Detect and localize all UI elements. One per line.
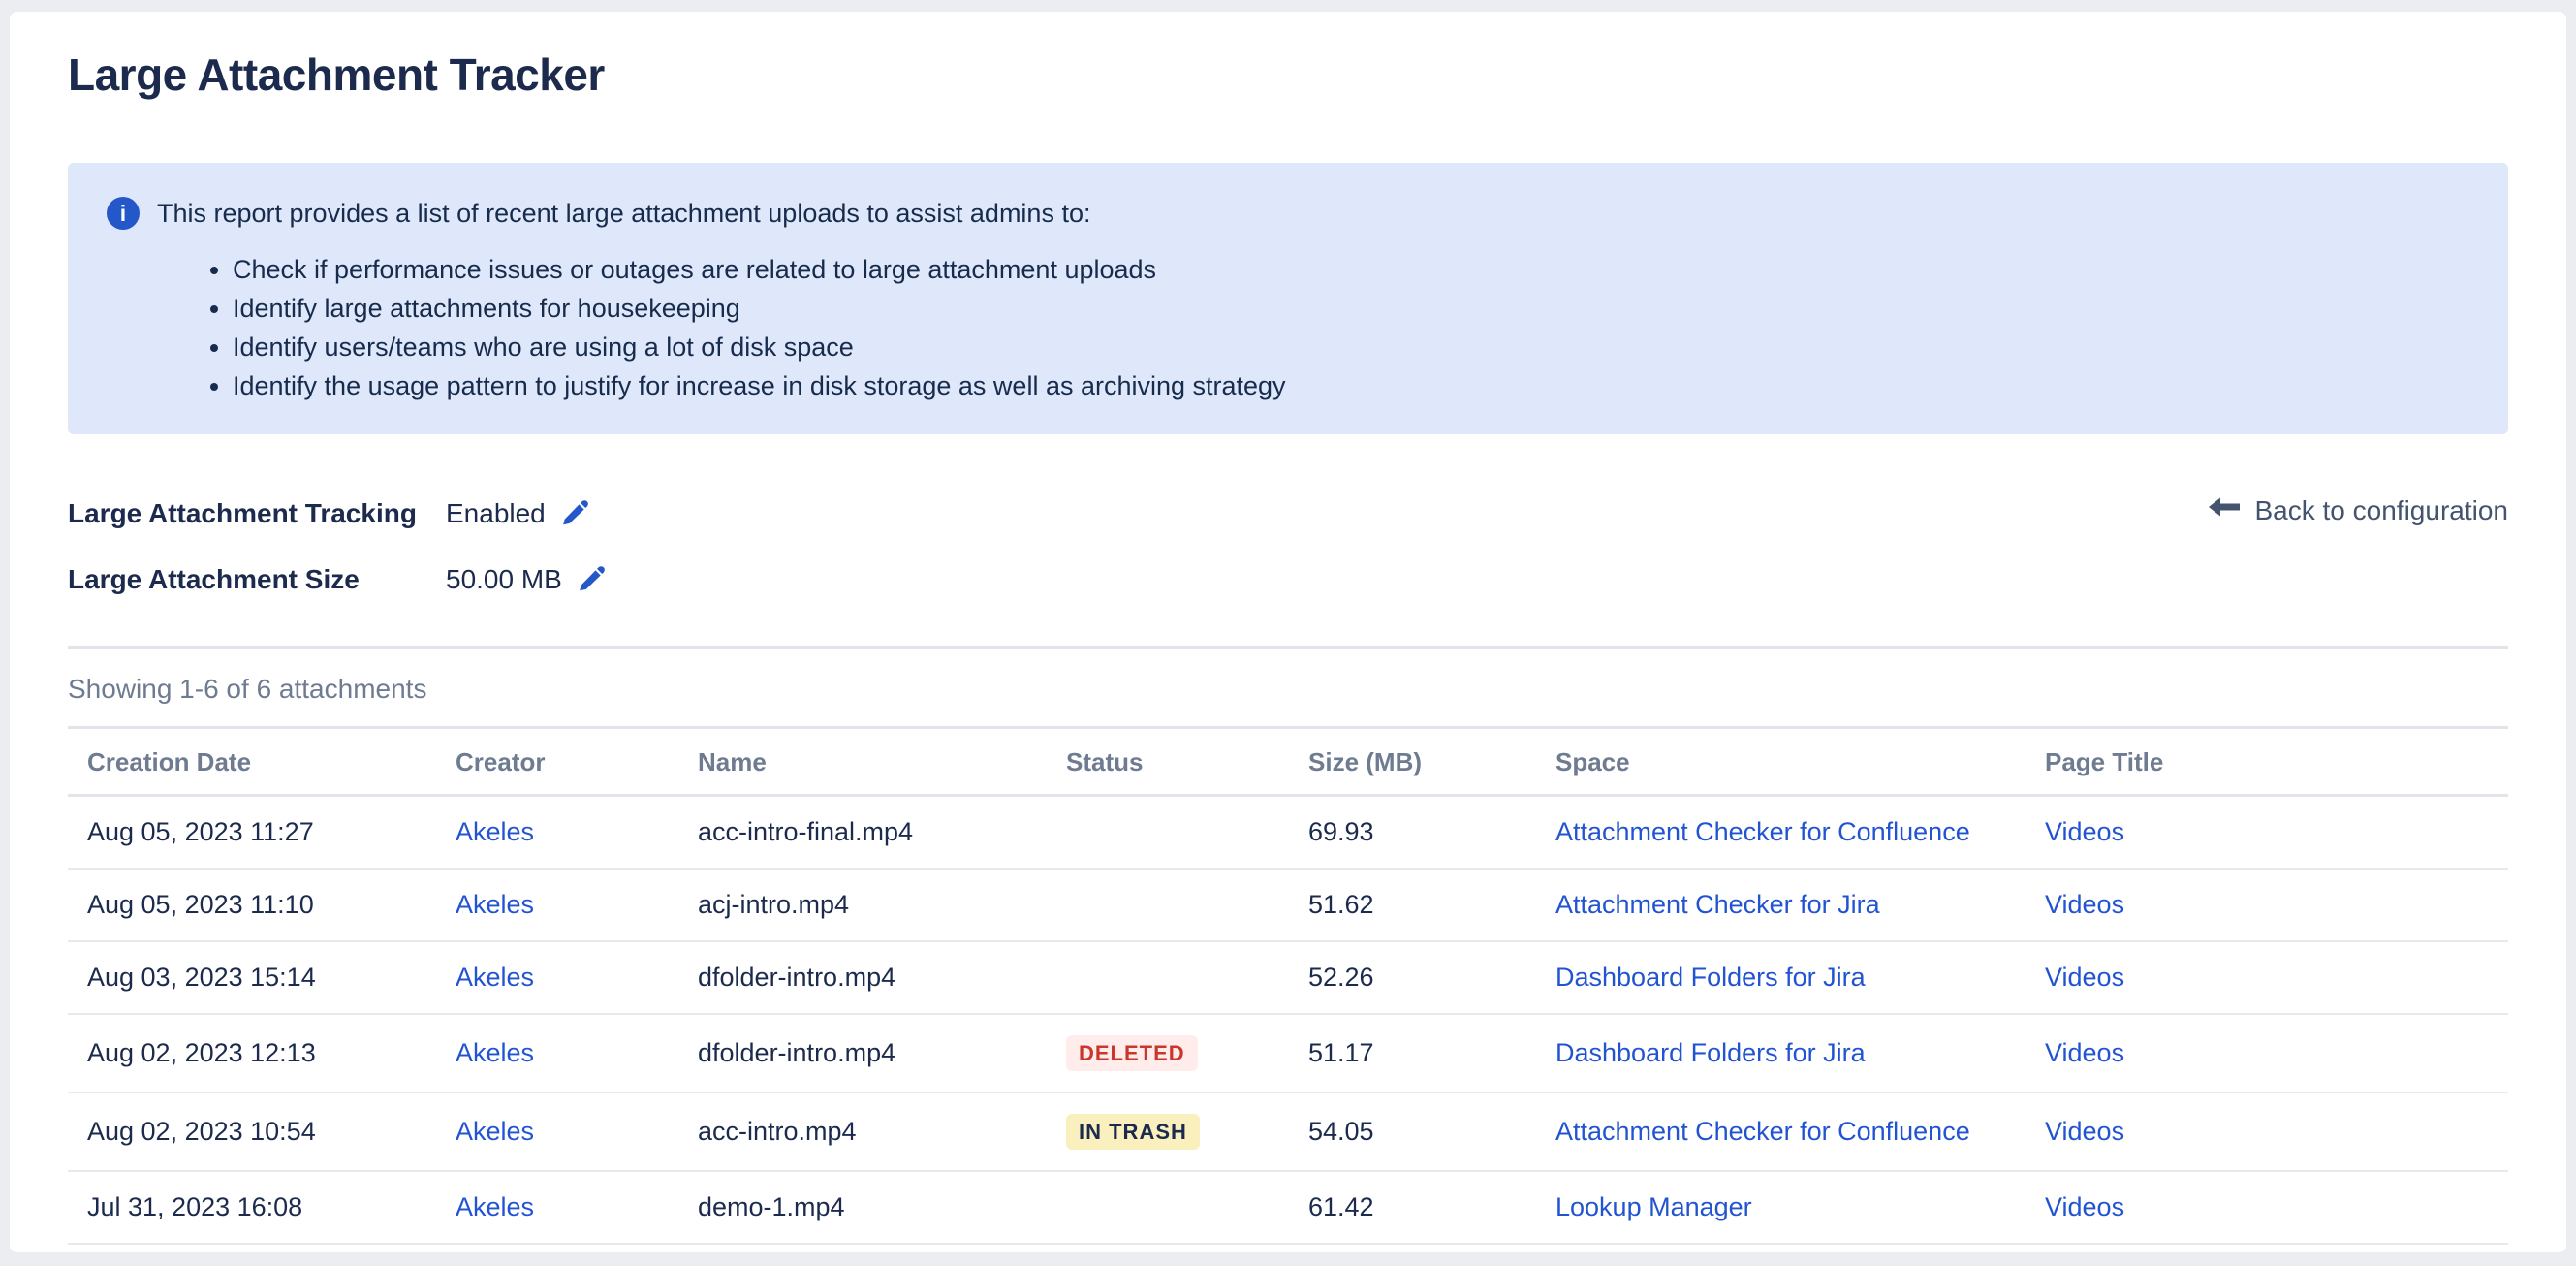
status-badge-in-trash: IN TRASH: [1066, 1114, 1200, 1150]
attachments-table: Creation Date Creator Name Status Size (…: [68, 726, 2508, 1245]
setting-size-value: 50.00 MB: [446, 564, 562, 595]
creator-link[interactable]: Akeles: [456, 1038, 534, 1067]
attachment-name-cell: acc-intro.mp4: [678, 1092, 1047, 1171]
space-link[interactable]: Attachment Checker for Confluence: [1555, 817, 1970, 846]
size-cell: 61.42: [1289, 1171, 1536, 1244]
table-row: Aug 02, 2023 10:54 Akeles acc-intro.mp4 …: [68, 1092, 2508, 1171]
creator-link[interactable]: Akeles: [456, 817, 534, 846]
setting-size-label: Large Attachment Size: [68, 564, 446, 595]
creator-link[interactable]: Akeles: [456, 1117, 534, 1146]
size-cell: 51.17: [1289, 1014, 1536, 1092]
size-cell: 69.93: [1289, 796, 1536, 870]
space-link[interactable]: Dashboard Folders for Jira: [1555, 1038, 1866, 1067]
setting-tracking-value: Enabled: [446, 498, 546, 529]
creator-link[interactable]: Akeles: [456, 963, 534, 992]
page-title-link[interactable]: Videos: [2045, 890, 2124, 919]
space-link[interactable]: Attachment Checker for Jira: [1555, 890, 1880, 919]
page-title-link[interactable]: Videos: [2045, 1192, 2124, 1221]
info-bullet-list: Check if performance issues or outages a…: [107, 250, 2469, 405]
pencil-icon: [561, 499, 588, 529]
info-icon: i: [107, 197, 140, 230]
creation-date-cell: Aug 05, 2023 11:27: [68, 796, 436, 870]
pencil-icon: [578, 565, 605, 595]
setting-size-row: Large Attachment Size 50.00 MB: [68, 558, 2508, 601]
edit-tracking-button[interactable]: [561, 499, 588, 529]
main-card: Large Attachment Tracker i This report p…: [10, 12, 2566, 1252]
status-cell: [1047, 869, 1289, 941]
attachment-name-cell: dfolder-intro.mp4: [678, 1014, 1047, 1092]
status-cell: [1047, 1171, 1289, 1244]
creation-date-cell: Aug 05, 2023 11:10: [68, 869, 436, 941]
creation-date-cell: Aug 03, 2023 15:14: [68, 941, 436, 1014]
table-row: Aug 03, 2023 15:14 Akeles dfolder-intro.…: [68, 941, 2508, 1014]
settings-section: Large Attachment Tracking Enabled Large …: [68, 492, 2508, 601]
page-title-link[interactable]: Videos: [2045, 1117, 2124, 1146]
info-bullet: Identify large attachments for housekeep…: [233, 289, 2469, 328]
page-title-link[interactable]: Videos: [2045, 817, 2124, 846]
status-cell: [1047, 796, 1289, 870]
table-row: Aug 02, 2023 12:13 Akeles dfolder-intro.…: [68, 1014, 2508, 1092]
creation-date-cell: Aug 02, 2023 10:54: [68, 1092, 436, 1171]
setting-tracking-row: Large Attachment Tracking Enabled: [68, 492, 2508, 535]
table-row: Jul 31, 2023 16:08 Akeles demo-1.mp4 61.…: [68, 1171, 2508, 1244]
table-header-row: Creation Date Creator Name Status Size (…: [68, 728, 2508, 796]
size-cell: 52.26: [1289, 941, 1536, 1014]
attachment-name-cell: demo-1.mp4: [678, 1171, 1047, 1244]
creation-date-cell: Jul 31, 2023 16:08: [68, 1171, 436, 1244]
column-header-page-title: Page Title: [2026, 728, 2508, 796]
page-title-link[interactable]: Videos: [2045, 1038, 2124, 1067]
setting-tracking-label: Large Attachment Tracking: [68, 498, 446, 529]
column-header-status: Status: [1047, 728, 1289, 796]
page-title: Large Attachment Tracker: [68, 48, 2508, 101]
status-cell: DELETED: [1047, 1014, 1289, 1092]
creator-link[interactable]: Akeles: [456, 890, 534, 919]
status-badge-deleted: DELETED: [1066, 1035, 1198, 1071]
table-row: Aug 05, 2023 11:10 Akeles acj-intro.mp4 …: [68, 869, 2508, 941]
creator-link[interactable]: Akeles: [456, 1192, 534, 1221]
status-cell: [1047, 941, 1289, 1014]
attachment-name-cell: acc-intro-final.mp4: [678, 796, 1047, 870]
space-link[interactable]: Dashboard Folders for Jira: [1555, 963, 1866, 992]
table-row: Aug 05, 2023 11:27 Akeles acc-intro-fina…: [68, 796, 2508, 870]
info-bullet: Identify the usage pattern to justify fo…: [233, 366, 2469, 405]
arrow-left-icon: [2207, 494, 2242, 526]
back-link-label: Back to configuration: [2255, 495, 2509, 526]
column-header-name: Name: [678, 728, 1047, 796]
section-divider: [68, 646, 2508, 649]
attachment-name-cell: acj-intro.mp4: [678, 869, 1047, 941]
size-cell: 54.05: [1289, 1092, 1536, 1171]
space-link[interactable]: Attachment Checker for Confluence: [1555, 1117, 1970, 1146]
info-panel: i This report provides a list of recent …: [68, 163, 2508, 434]
space-link[interactable]: Lookup Manager: [1555, 1192, 1752, 1221]
status-cell: IN TRASH: [1047, 1092, 1289, 1171]
column-header-space: Space: [1536, 728, 2026, 796]
column-header-creation-date: Creation Date: [68, 728, 436, 796]
back-to-configuration-link[interactable]: Back to configuration: [2207, 494, 2509, 526]
page-title-link[interactable]: Videos: [2045, 963, 2124, 992]
info-panel-intro: This report provides a list of recent la…: [157, 194, 1090, 233]
size-cell: 51.62: [1289, 869, 1536, 941]
edit-size-button[interactable]: [578, 565, 605, 595]
creation-date-cell: Aug 02, 2023 12:13: [68, 1014, 436, 1092]
info-bullet: Check if performance issues or outages a…: [233, 250, 2469, 289]
attachments-summary: Showing 1-6 of 6 attachments: [68, 674, 2508, 705]
attachment-name-cell: dfolder-intro.mp4: [678, 941, 1047, 1014]
column-header-creator: Creator: [436, 728, 678, 796]
column-header-size: Size (MB): [1289, 728, 1536, 796]
info-bullet: Identify users/teams who are using a lot…: [233, 328, 2469, 366]
